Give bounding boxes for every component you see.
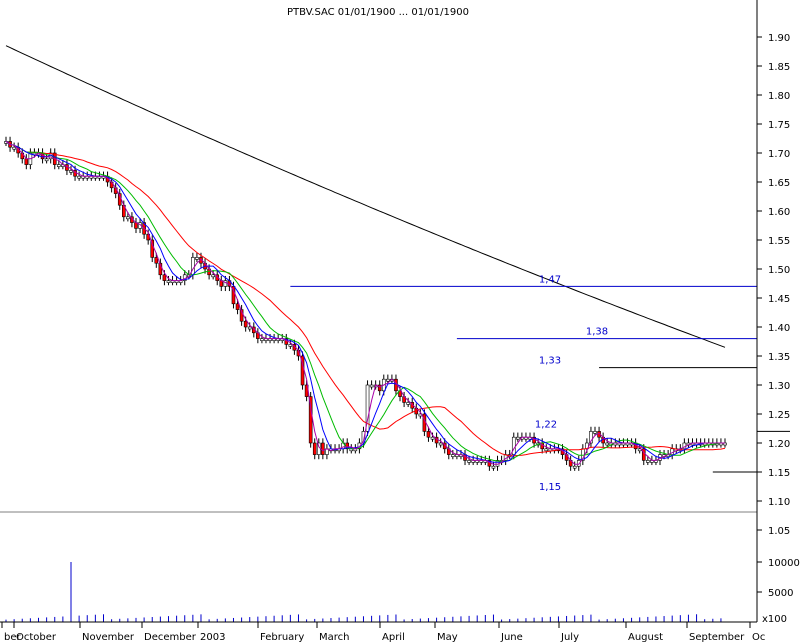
level-label: 1,38 — [586, 327, 608, 338]
candle-body — [593, 431, 597, 434]
candle-body — [491, 465, 496, 469]
price-tick-label: 1.25 — [768, 410, 790, 421]
price-tick-label: 1.50 — [768, 265, 790, 276]
month-label: Oc — [752, 632, 765, 643]
price-tick-label: 1.55 — [768, 236, 790, 247]
candle-body — [430, 436, 435, 440]
candle-body — [12, 146, 16, 150]
candle-body — [260, 338, 264, 341]
candle-body — [235, 303, 240, 310]
candle-body — [646, 460, 650, 463]
candle-body — [438, 442, 443, 446]
month-label: September — [689, 632, 745, 643]
candle-body — [467, 460, 471, 463]
price-tick-label: 1.20 — [768, 439, 790, 450]
candle-body — [312, 442, 317, 455]
volume-tick-label: 10000 — [768, 558, 800, 569]
candle-body — [516, 436, 520, 440]
price-tick-label: 1.45 — [768, 294, 790, 305]
candle-body — [406, 402, 410, 405]
price-tick-label: 1.80 — [768, 91, 790, 102]
price-tick-label: 1.05 — [768, 526, 790, 537]
chart-title: PTBV.SAC 01/01/1900 ... 01/01/1900 — [287, 7, 469, 18]
candle-body — [572, 465, 577, 469]
month-label: August — [628, 632, 663, 643]
price-tick-label: 1.70 — [768, 149, 790, 160]
candle-body — [166, 280, 171, 283]
month-label: February — [260, 632, 304, 643]
candle-body — [57, 164, 61, 167]
candle-body — [44, 158, 49, 162]
level-label: 1,33 — [539, 356, 561, 367]
price-tick-label: 1.15 — [768, 468, 790, 479]
candle-body — [24, 158, 29, 165]
candle-body — [211, 274, 215, 278]
month-label: June — [500, 632, 523, 643]
level-label: 1,22 — [535, 419, 557, 430]
candle-body — [321, 442, 325, 455]
month-label: 2003 — [200, 632, 225, 643]
price-tick-label: 1.60 — [768, 207, 790, 218]
price-tick-label: 1.90 — [768, 33, 790, 44]
price-tick-label: 1.30 — [768, 381, 790, 392]
candle-body — [544, 448, 549, 452]
volume-unit-label: x100 — [762, 614, 787, 625]
candle-body — [605, 442, 609, 446]
month-label: March — [319, 632, 349, 643]
month-label: July — [560, 632, 579, 643]
level-label: 1,47 — [539, 274, 561, 285]
month-label: May — [437, 632, 458, 643]
candle-body — [126, 216, 130, 220]
price-tick-label: 1.10 — [768, 497, 790, 508]
candle-body — [243, 320, 248, 328]
candle-body — [386, 378, 390, 382]
stock-chart: 1,47 1,38 1,33 1,22 1,15 1.90 1.85 1.80 1.75 1.7… — [0, 0, 805, 643]
candle-body — [154, 257, 159, 264]
candle-body — [451, 454, 455, 457]
price-tick-label: 1.40 — [768, 323, 790, 334]
candle-body — [191, 257, 195, 276]
candle-body — [247, 326, 252, 330]
month-label: December — [144, 632, 197, 643]
candle-body — [69, 170, 73, 173]
price-tick-label: 1.65 — [768, 178, 790, 189]
month-label: November — [82, 632, 135, 643]
level-label: 1,15 — [539, 482, 561, 493]
candle-body — [426, 431, 431, 438]
candle-body — [195, 257, 199, 260]
candle-body — [77, 175, 81, 179]
month-label: October — [16, 632, 57, 643]
price-tick-label: 1.85 — [768, 62, 790, 73]
candle-body — [288, 344, 293, 347]
plot-background — [0, 0, 805, 643]
price-tick-label: 1.75 — [768, 120, 790, 131]
candle-body — [369, 384, 374, 388]
candle-body — [162, 274, 167, 281]
month-label: April — [382, 632, 405, 643]
price-tick-label: 1.35 — [768, 352, 790, 363]
volume-tick-label: 5000 — [768, 588, 793, 599]
candle-body — [511, 436, 516, 455]
